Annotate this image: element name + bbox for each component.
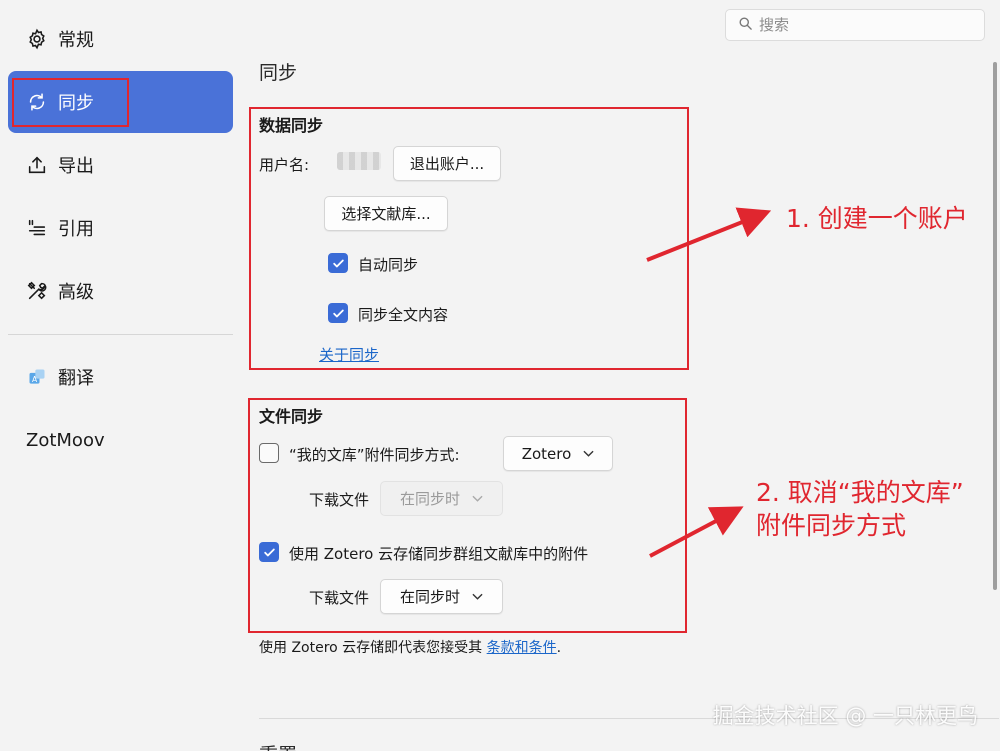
- annotation-uncheck-line1: 2. 取消“我的文库”: [756, 478, 964, 507]
- next-section-title: 重置: [259, 740, 297, 751]
- annotation-create-account: 1. 创建一个账户: [786, 204, 968, 233]
- arrow-to-data-sync: [646, 207, 772, 262]
- annotation-uncheck-line2: 附件同步方式: [756, 511, 907, 540]
- scrollbar[interactable]: [993, 62, 997, 590]
- annotation-arrows: [646, 207, 772, 558]
- arrow-to-file-sync: [649, 506, 744, 558]
- watermark: 掘金技术社区 @ 一只林更鸟: [712, 704, 978, 728]
